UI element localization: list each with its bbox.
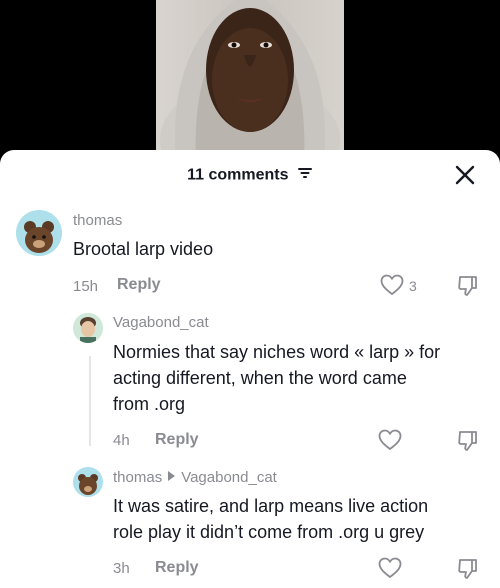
reply-to-username[interactable]: Vagabond_cat xyxy=(181,469,277,486)
comment-text-line: Normies that say niches word « larp » fo… xyxy=(113,342,441,362)
comment-text-line: It was satire, and larp means live actio… xyxy=(113,496,429,516)
comment-timestamp: 4h xyxy=(113,432,130,449)
comment-timestamp: 15h xyxy=(73,278,99,295)
like-count: 3 xyxy=(409,278,417,294)
comment-text: Brootal larp video xyxy=(73,239,214,259)
comment-count-title[interactable]: 11 comments xyxy=(0,166,500,185)
comment-username[interactable]: Vagabond_cat xyxy=(113,314,209,331)
filter-icon[interactable] xyxy=(297,166,313,185)
comment-text-line: from .org xyxy=(113,394,186,414)
comments-sheet: 11 comments thomas Brootal larp video 15… xyxy=(0,150,500,588)
comment-timestamp: 3h xyxy=(113,560,130,577)
close-icon[interactable] xyxy=(454,164,476,186)
avatar[interactable] xyxy=(16,210,62,256)
reply-thread-header: thomas Vagabond_cat xyxy=(113,469,277,486)
like-icon[interactable] xyxy=(378,429,402,456)
dislike-icon[interactable] xyxy=(456,274,480,303)
dislike-icon[interactable] xyxy=(456,557,480,586)
comment-text-line: role play it didn’t come from .org u gre… xyxy=(113,522,425,542)
comment-text-line: acting different, when the word came xyxy=(113,368,407,388)
reply-arrow-icon xyxy=(168,471,176,481)
avatar[interactable] xyxy=(73,467,103,497)
reply-button[interactable]: Reply xyxy=(155,431,199,449)
reply-button[interactable]: Reply xyxy=(155,559,199,577)
video-background xyxy=(0,0,500,160)
like-icon[interactable] xyxy=(380,274,404,301)
comment-username[interactable]: thomas xyxy=(73,212,122,229)
video-thumbnail[interactable] xyxy=(156,0,344,160)
dislike-icon[interactable] xyxy=(456,429,480,458)
reply-button[interactable]: Reply xyxy=(117,276,161,294)
comment-count-label: 11 comments xyxy=(187,166,289,184)
comments-header: 11 comments xyxy=(0,150,500,200)
comment-username[interactable]: thomas xyxy=(113,469,162,486)
avatar[interactable] xyxy=(73,313,103,343)
like-icon[interactable] xyxy=(378,557,402,584)
thread-line xyxy=(89,356,91,446)
